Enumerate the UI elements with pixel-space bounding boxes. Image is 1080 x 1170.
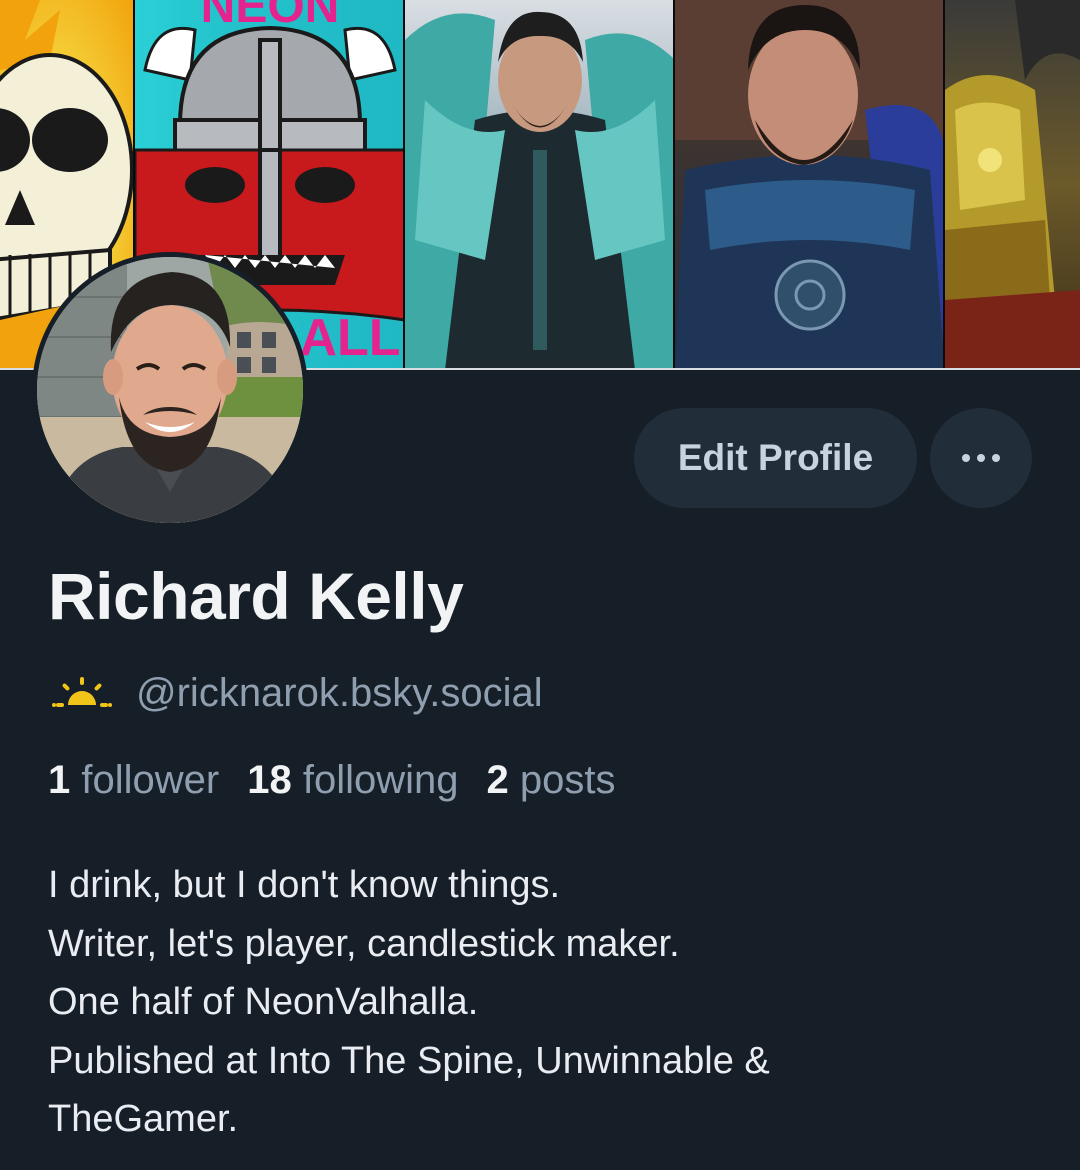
profile-bio: I drink, but I don't know things. Writer… — [48, 856, 1038, 1149]
following-count: 18 — [247, 758, 292, 802]
posts-count: 2 — [486, 758, 509, 802]
banner-panel-golden-armor — [945, 0, 1080, 370]
profile-avatar[interactable] — [32, 252, 308, 528]
following-stat[interactable]: 18 following — [247, 758, 458, 803]
followers-stat[interactable]: 1 follower — [48, 758, 219, 803]
sunrise-icon — [52, 677, 112, 707]
avatar-photo — [37, 257, 303, 523]
banner-panel-bearded-man — [675, 0, 945, 370]
more-options-button[interactable] — [930, 408, 1032, 508]
golden-armor-character — [945, 0, 1080, 370]
posts-label: posts — [519, 758, 616, 802]
posts-stat: 2 posts — [487, 758, 616, 803]
banner-panel-feathered-character — [405, 0, 675, 370]
feathered-cloak-character — [405, 11, 673, 370]
profile-stats: 1 follower 18 following 2 posts — [48, 758, 615, 803]
edit-profile-button[interactable]: Edit Profile — [634, 408, 917, 508]
bio-line: I drink, but I don't know things. — [48, 864, 561, 906]
display-name: Richard Kelly — [48, 559, 464, 633]
bio-line: Published at Into The Spine, Unwinnable … — [48, 1039, 770, 1082]
handle-row: @ricknarok.bsky.social — [50, 668, 543, 718]
avatar-portrait — [37, 257, 303, 523]
followers-count: 1 — [48, 758, 71, 802]
bio-line: One half of NeonValhalla. — [48, 981, 479, 1023]
bearded-man-armor — [675, 0, 943, 370]
bio-line: TheGamer. — [48, 1098, 239, 1140]
profile-handle[interactable]: @ricknarok.bsky.social — [136, 671, 543, 716]
ellipsis-icon — [962, 454, 1000, 462]
svg-text:ALL: ALL — [299, 309, 400, 367]
following-label: following — [302, 758, 459, 802]
followers-label: follower — [81, 758, 220, 802]
bio-line: Writer, let's player, candlestick maker. — [48, 922, 680, 965]
